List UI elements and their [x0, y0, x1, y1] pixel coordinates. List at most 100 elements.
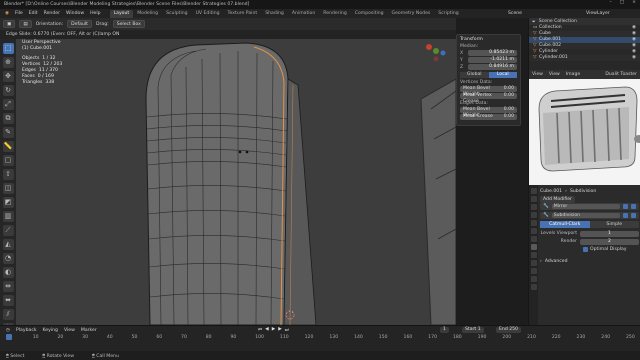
filter-icon[interactable]: ⏷	[532, 19, 536, 25]
measure-icon[interactable]: 📏	[2, 141, 14, 152]
vertex-crease-field[interactable]: Mean Vertex Crease 0.00	[460, 93, 517, 104]
tab-rendering[interactable]: Rendering	[319, 10, 350, 18]
shear-icon[interactable]: ⫽	[2, 309, 14, 320]
global-toggle[interactable]: Global	[460, 72, 489, 78]
tab-animation[interactable]: Animation	[288, 10, 319, 18]
tab-modeling[interactable]: Modeling	[133, 10, 162, 18]
current-frame-field[interactable]: 1	[440, 327, 449, 333]
image-menu-view[interactable]: View	[532, 72, 543, 77]
scene-tab-icon[interactable]	[530, 220, 537, 226]
median-y-field[interactable]: -1.0211 m	[468, 57, 517, 63]
tab-shading[interactable]: Shading	[261, 10, 288, 18]
median-z-field[interactable]: 0.84916 m	[468, 64, 517, 70]
menu-window[interactable]: Window	[63, 11, 87, 16]
cursor-icon[interactable]: ⊕	[2, 57, 14, 68]
blender-logo-icon[interactable]: ◉	[2, 11, 12, 16]
timeline-menu-keying[interactable]: Keying	[43, 328, 58, 333]
image-menu-view-2[interactable]: View	[549, 72, 560, 77]
eye-icon[interactable]: ◉	[632, 55, 636, 61]
local-toggle[interactable]: Local	[488, 72, 517, 78]
advanced-section[interactable]: › Advanced	[540, 257, 639, 265]
tool-tab-icon[interactable]	[530, 188, 537, 194]
maximize-button[interactable]: □	[620, 0, 624, 5]
select-box-icon[interactable]: ⬚	[2, 43, 14, 54]
smooth-icon[interactable]: ◐	[2, 267, 14, 278]
jump-end-icon[interactable]: ⏭	[285, 327, 289, 333]
3d-viewport[interactable]: User Perspective (1) Cube.001 Objects 1 …	[16, 39, 456, 325]
particles-tab-icon[interactable]	[530, 252, 537, 258]
catmull-clark-option[interactable]: Catmull-Clark	[540, 221, 590, 228]
tab-sculpting[interactable]: Sculpting	[162, 10, 191, 18]
scale-icon[interactable]: ⤢	[2, 99, 14, 110]
scene-selector[interactable]: Scene	[505, 11, 525, 16]
timeline-menu-marker[interactable]: Marker	[81, 328, 97, 333]
image-name-field[interactable]: Dualit Toaster	[605, 72, 637, 77]
physics-tab-icon[interactable]	[530, 260, 537, 266]
tab-compositing[interactable]: Compositing	[351, 10, 388, 18]
tab-uv-editing[interactable]: UV Editing	[192, 10, 224, 18]
minimize-button[interactable]: –	[610, 0, 612, 5]
step-back-icon[interactable]: ◀	[265, 327, 269, 333]
transform-icon[interactable]: ⧉	[2, 113, 14, 124]
move-icon[interactable]: ✥	[2, 71, 14, 82]
material-tab-icon[interactable]	[530, 284, 537, 290]
playhead[interactable]	[6, 334, 12, 340]
outliner-item[interactable]: ▽ Cylinder.001 ◉	[529, 55, 640, 61]
modifier-mirror[interactable]: 🔧 Mirror	[540, 203, 639, 210]
knife-icon[interactable]: ⟋	[2, 225, 14, 236]
start-frame-field[interactable]: Start 1	[462, 327, 484, 333]
modifier-name-field[interactable]: Mirror	[551, 204, 620, 209]
tab-geometry-nodes[interactable]: Geometry Nodes	[388, 10, 435, 18]
close-button[interactable]: ×	[632, 0, 636, 5]
levels-viewport-field[interactable]: 1	[580, 230, 639, 237]
menu-file[interactable]: File	[12, 11, 26, 16]
timeline-menu-view[interactable]: View	[64, 328, 75, 333]
step-forward-icon[interactable]: ▶	[278, 327, 282, 333]
image-menu-image[interactable]: Image	[566, 72, 580, 77]
end-frame-field[interactable]: End 250	[496, 327, 521, 333]
modifier-tab-icon[interactable]	[530, 244, 537, 250]
drag-dropdown[interactable]: Select Box	[112, 20, 145, 28]
spin-icon[interactable]: ◔	[2, 253, 14, 264]
edge-bevel-weight-field[interactable]: Mean Bevel Weight 0.00	[460, 107, 517, 118]
add-cube-icon[interactable]: ▢	[2, 155, 14, 166]
poly-build-icon[interactable]: ◭	[2, 239, 14, 250]
world-tab-icon[interactable]	[530, 228, 537, 234]
tab-scripting[interactable]: Scripting	[434, 10, 462, 18]
output-tab-icon[interactable]	[530, 204, 537, 210]
optimal-display-checkbox[interactable]: Optimal Display	[583, 246, 639, 253]
render-tab-icon[interactable]	[530, 196, 537, 202]
menu-edit[interactable]: Edit	[26, 11, 41, 16]
menu-render[interactable]: Render	[41, 11, 63, 16]
median-x-field[interactable]: 0.85423 m	[468, 50, 517, 56]
edge-slide-icon[interactable]: ⇹	[2, 281, 14, 292]
jump-start-icon[interactable]: ⏮	[258, 327, 262, 333]
edge-crease-field[interactable]: Mean Crease 0.00	[460, 114, 517, 120]
constraints-tab-icon[interactable]	[530, 268, 537, 274]
modifier-name-field[interactable]: Subdivision	[551, 213, 620, 218]
add-modifier-button[interactable]: Add Modifier	[540, 195, 575, 203]
timeline-menu-playback[interactable]: Playback	[16, 328, 37, 333]
object-tab-icon[interactable]	[530, 236, 537, 242]
modifier-subdivision[interactable]: 🔧 Subdivision	[540, 212, 639, 219]
orientation-dropdown[interactable]: Default	[67, 20, 92, 28]
extrude-icon[interactable]: ⇧	[2, 169, 14, 180]
shrink-fatten-icon[interactable]: ⬌	[2, 295, 14, 306]
play-icon[interactable]: ▶	[272, 327, 276, 333]
inset-icon[interactable]: ◫	[2, 183, 14, 194]
display-toggle-icon[interactable]	[623, 213, 628, 218]
annotate-icon[interactable]: ✎	[2, 127, 14, 138]
data-tab-icon[interactable]	[530, 276, 537, 282]
tab-layout[interactable]: Layout	[109, 9, 134, 18]
timeline-editor-icon[interactable]: ◷	[6, 328, 10, 333]
render-levels-field[interactable]: 2	[580, 238, 639, 245]
simple-option[interactable]: Simple	[589, 221, 639, 228]
vertex-bevel-weight-field[interactable]: Mean Bevel Weight 0.00	[460, 86, 517, 97]
rotate-icon[interactable]: ↻	[2, 85, 14, 96]
menu-help[interactable]: Help	[87, 11, 103, 16]
render-toggle-icon[interactable]	[631, 204, 636, 209]
frame-ruler[interactable]: 1102030405060708090100110120130140150160…	[0, 334, 640, 351]
view-layer-tab-icon[interactable]	[530, 212, 537, 218]
editor-type-icon[interactable]: ▣	[3, 20, 16, 28]
mode-select-icon[interactable]: ▤	[19, 20, 32, 28]
